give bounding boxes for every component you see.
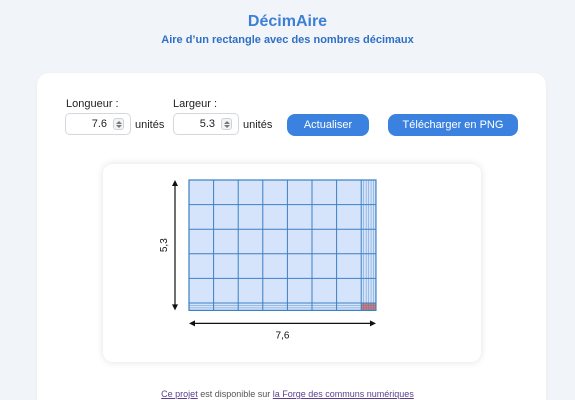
footer: Ce projet est disponible sur la Forge de… bbox=[0, 389, 575, 399]
width-spinner-icon[interactable] bbox=[221, 118, 232, 130]
length-value: 7.6 bbox=[91, 118, 107, 130]
width-arrowhead-bottom bbox=[172, 304, 178, 311]
length-label: 7,6 bbox=[276, 330, 290, 341]
width-input[interactable]: 5.3 bbox=[173, 113, 239, 135]
update-button[interactable]: Actualiser bbox=[287, 114, 369, 136]
length-input[interactable]: 7.6 bbox=[65, 113, 131, 135]
area-figure-panel: 7,6 5,3 bbox=[103, 164, 481, 362]
length-arrowhead-left bbox=[189, 320, 195, 327]
rectangle-fill bbox=[189, 180, 376, 311]
length-spinner-icon[interactable] bbox=[113, 118, 124, 130]
project-link[interactable]: Ce projet bbox=[161, 389, 198, 399]
length-unit-label: unités bbox=[135, 119, 165, 131]
app-subtitle: Aire d’un rectangle avec des nombres déc… bbox=[161, 34, 414, 46]
width-arrowhead-top bbox=[172, 180, 178, 186]
width-value: 5.3 bbox=[199, 118, 215, 130]
download-png-button[interactable]: Télécharger en PNG bbox=[388, 114, 518, 136]
width-unit-label: unités bbox=[243, 119, 273, 131]
area-figure: 7,6 5,3 bbox=[159, 179, 377, 341]
app-title: DécimAire bbox=[247, 13, 328, 30]
length-arrowhead-right bbox=[369, 320, 376, 327]
footer-text: est disponible sur bbox=[197, 389, 273, 399]
forge-link[interactable]: la Forge des communs numériques bbox=[273, 389, 414, 399]
width-label: Largeur : bbox=[173, 98, 218, 110]
length-label: Longueur : bbox=[66, 98, 119, 110]
width-label: 5,3 bbox=[159, 238, 170, 252]
